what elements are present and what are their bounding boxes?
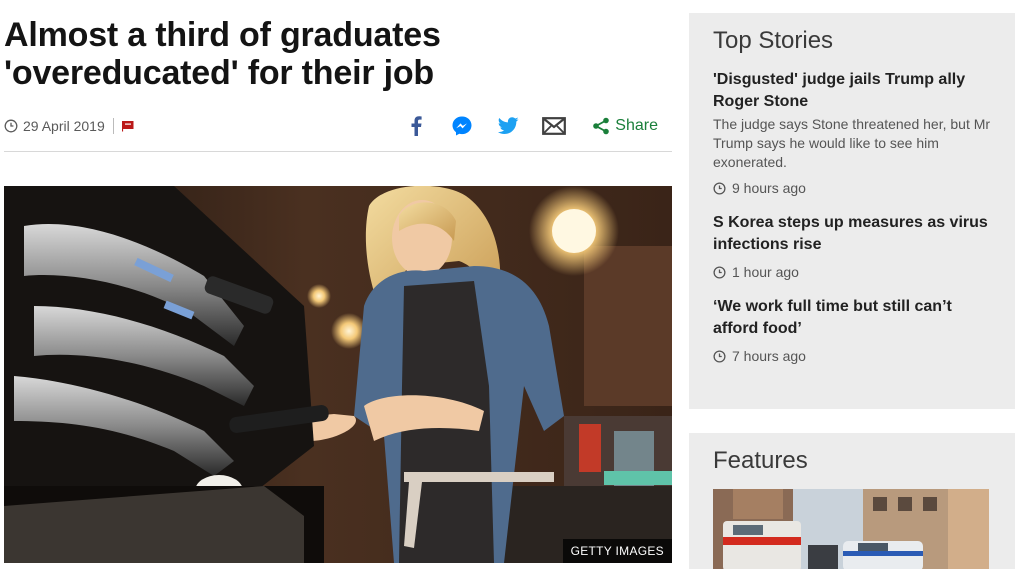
story-time-text: 9 hours ago [732, 180, 806, 196]
clock-icon [713, 181, 726, 195]
clock-icon [713, 265, 726, 279]
street-scene-photo [713, 489, 989, 569]
story-time-text: 7 hours ago [732, 348, 806, 364]
share-button[interactable]: Share [592, 117, 658, 135]
flag-icon[interactable] [121, 120, 134, 132]
story-title[interactable]: ‘We work full time but still can’t affor… [713, 296, 991, 340]
story-summary: The judge says Stone threatened her, but… [713, 116, 991, 170]
clock-icon [4, 119, 18, 133]
facebook-icon[interactable] [404, 114, 428, 138]
story-timestamp: 7 hours ago [713, 348, 991, 364]
story-item[interactable]: ‘We work full time but still can’t affor… [713, 296, 991, 364]
share-label: Share [615, 117, 658, 134]
story-item[interactable]: S Korea steps up measures as virus infec… [713, 212, 991, 280]
story-title[interactable]: S Korea steps up measures as virus infec… [713, 212, 991, 256]
features-panel: Features [689, 433, 1015, 569]
headline-line-2: 'overeducated' for their job [4, 54, 434, 92]
story-title[interactable]: 'Disgusted' judge jails Trump ally Roger… [713, 69, 991, 113]
story-item[interactable]: 'Disgusted' judge jails Trump ally Roger… [713, 69, 991, 196]
clock-icon [713, 349, 726, 363]
messenger-icon[interactable] [450, 114, 474, 138]
story-time-text: 1 hour ago [732, 264, 799, 280]
article-divider [4, 151, 672, 152]
image-credit: GETTY IMAGES [562, 539, 672, 563]
top-stories-title: Top Stories [713, 27, 834, 54]
share-tools: Share [382, 114, 658, 138]
features-title: Features [713, 447, 808, 474]
hero-image: GETTY IMAGES [4, 186, 672, 563]
share-icon [593, 117, 610, 135]
top-stories-panel: Top Stories 'Disgusted' judge jails Trum… [689, 13, 1015, 409]
story-timestamp: 1 hour ago [713, 264, 991, 280]
feature-thumbnail[interactable] [713, 489, 989, 569]
email-icon[interactable] [542, 114, 567, 138]
article-date: 29 April 2019 [23, 118, 105, 134]
story-timestamp: 9 hours ago [713, 180, 991, 196]
twitter-icon[interactable] [496, 114, 520, 138]
barista-photo [4, 186, 672, 563]
article-meta: 29 April 2019 Share [4, 114, 672, 138]
headline-line-1: Almost a third of graduates [4, 16, 441, 54]
meta-separator [112, 118, 114, 134]
article-headline: Almost a third of graduates 'overeducate… [4, 16, 674, 92]
